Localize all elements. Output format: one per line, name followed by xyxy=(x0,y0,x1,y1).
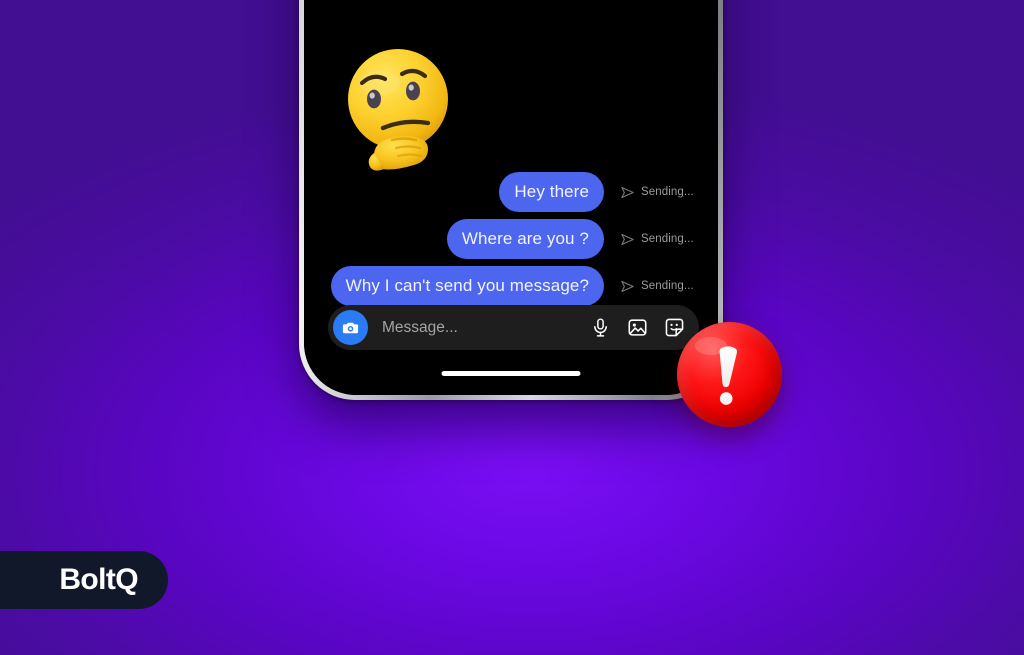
message-input-bar xyxy=(328,305,699,350)
message-input[interactable] xyxy=(368,318,590,337)
microphone-icon[interactable] xyxy=(590,317,611,338)
message-status: Sending... xyxy=(604,279,708,294)
brand-logo-text: BoltQ xyxy=(59,563,138,596)
message-row: Hey there Sending... xyxy=(304,172,718,212)
message-status: Sending... xyxy=(604,232,708,247)
phone-bezel-inner: Hey there Sending... Where are you ? Sen… xyxy=(304,0,718,395)
image-icon[interactable] xyxy=(627,317,648,338)
scene: Hey there Sending... Where are you ? Sen… xyxy=(0,0,1024,655)
status-text: Sending... xyxy=(641,233,694,245)
phone-device: Hey there Sending... Where are you ? Sen… xyxy=(299,0,723,400)
status-text: Sending... xyxy=(641,186,694,198)
status-text: Sending... xyxy=(641,280,694,292)
message-row: Where are you ? Sending... xyxy=(304,219,718,259)
thinking-face-emoji xyxy=(336,43,464,171)
home-indicator xyxy=(441,371,581,376)
message-bubble[interactable]: Why I can't send you message? xyxy=(330,266,604,306)
send-arrow-icon xyxy=(621,280,634,292)
brand-logo: BoltQ xyxy=(0,551,168,609)
camera-icon xyxy=(342,322,359,334)
error-exclamation-badge xyxy=(677,322,782,427)
message-row: Why I can't send you message? Sending... xyxy=(304,266,718,306)
send-arrow-icon xyxy=(621,233,634,245)
message-status: Sending... xyxy=(604,185,708,200)
message-bubble[interactable]: Where are you ? xyxy=(446,219,604,259)
phone-screen: Hey there Sending... Where are you ? Sen… xyxy=(304,0,718,395)
send-arrow-icon xyxy=(621,186,634,198)
message-bubble[interactable]: Hey there xyxy=(499,172,604,212)
camera-button[interactable] xyxy=(333,310,368,345)
message-list: Hey there Sending... Where are you ? Sen… xyxy=(304,172,718,313)
